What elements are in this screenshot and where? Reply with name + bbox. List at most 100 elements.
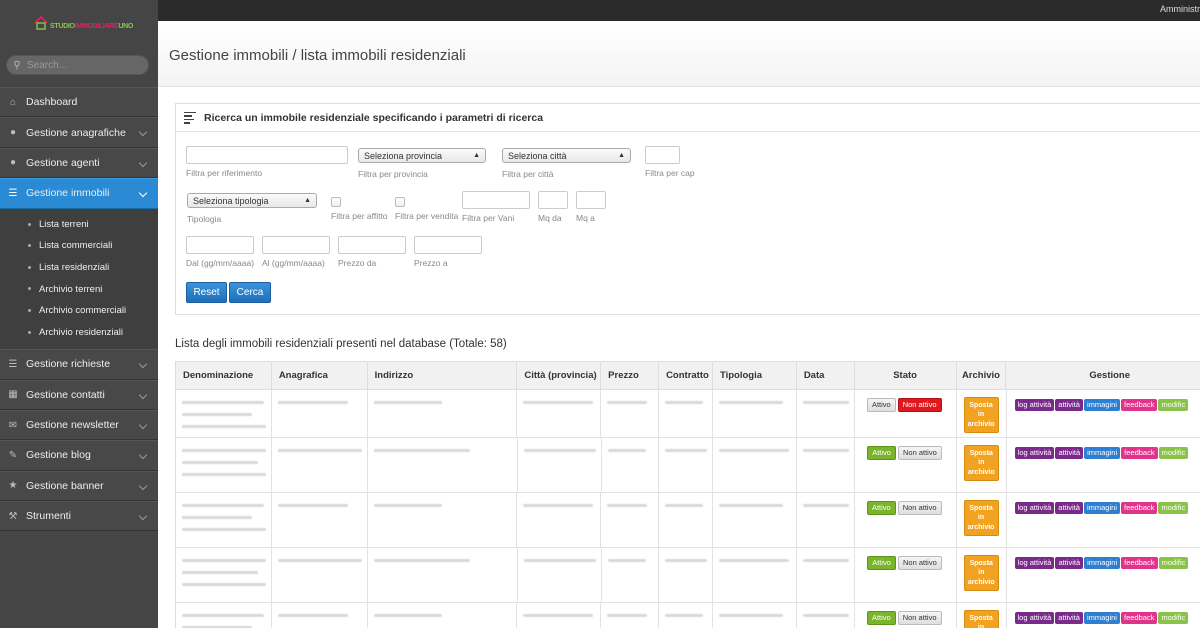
gestione-button-2[interactable]: immagini — [1083, 612, 1120, 625]
tipologia-select[interactable]: Seleziona tipologia ▲︎ — [187, 193, 317, 208]
non-attivo-badge[interactable]: Non attivo — [897, 398, 942, 413]
sidebar-item-gestione-immobili[interactable]: ☰ Gestione immobili — [0, 178, 158, 209]
al-input[interactable] — [262, 236, 330, 254]
non-attivo-button[interactable]: Non attivo — [897, 556, 942, 571]
gestione-button-4[interactable]: modific — [1158, 399, 1189, 412]
column-header[interactable]: Indirizzo — [368, 362, 518, 389]
gestione-button-2[interactable]: immagini — [1084, 447, 1121, 460]
mq-a-input[interactable] — [576, 191, 606, 209]
gestione-button-3[interactable]: feedback — [1120, 502, 1158, 515]
gestione-button-3[interactable]: feedback — [1120, 612, 1158, 625]
affitto-checkbox[interactable] — [331, 197, 341, 207]
sidebar-search-input[interactable] — [27, 59, 137, 71]
column-header[interactable]: Stato — [855, 362, 957, 389]
gestione-button-4[interactable]: modific — [1158, 557, 1189, 570]
gestione-button-4[interactable]: modific — [1158, 612, 1189, 625]
gestione-button-0[interactable]: log attività — [1014, 612, 1055, 625]
gestione-button-1[interactable]: attività — [1055, 557, 1084, 570]
non-attivo-button[interactable]: Non attivo — [897, 446, 942, 461]
sidebar-item-dashboard[interactable]: ⌂ Dashboard — [0, 87, 158, 118]
tipologia-label: Tipologia — [187, 214, 222, 224]
gestione-button-2[interactable]: immagini — [1084, 557, 1121, 570]
mq-da-input[interactable] — [538, 191, 568, 209]
gestione-button-2[interactable]: immagini — [1083, 399, 1120, 412]
column-header[interactable]: Denominazione — [176, 362, 272, 389]
prezzo-a-input[interactable] — [414, 236, 482, 254]
column-header[interactable]: Gestione — [1006, 362, 1200, 389]
sidebar-item-gestione-contatti[interactable]: ▦ Gestione contatti — [0, 379, 158, 410]
redacted-cell — [517, 603, 602, 628]
user-menu[interactable]: Amministr — [1160, 4, 1200, 14]
attivo-badge[interactable]: Attivo — [867, 556, 896, 571]
reset-button[interactable]: Reset — [186, 282, 227, 303]
sidebar-item-label: Gestione agenti — [26, 156, 100, 169]
column-header[interactable]: Archivio — [957, 362, 1007, 389]
submenu-item[interactable]: Lista residenziali — [0, 257, 158, 279]
filter-dal: Dal (gg/mm/aaaa) — [186, 236, 254, 268]
redacted-cell — [601, 603, 660, 628]
non-attivo-button[interactable]: Non attivo — [897, 501, 942, 516]
cap-input[interactable] — [645, 146, 680, 164]
logo[interactable]: STUDIOIMMOBILIAREUNO — [34, 16, 133, 30]
gestione-button-1[interactable]: attività — [1055, 502, 1083, 515]
dal-input[interactable] — [186, 236, 254, 254]
gestione-button-2[interactable]: immagini — [1083, 502, 1120, 515]
provincia-select[interactable]: Seleziona provincia ▲︎ — [358, 148, 486, 163]
table-row: AttivoNon attivo Spostainarchivio log atti… — [176, 548, 1200, 603]
submenu-item[interactable]: Lista commerciali — [0, 235, 158, 257]
attivo-button[interactable]: Attivo — [866, 398, 896, 413]
column-header[interactable]: Prezzo — [601, 362, 660, 389]
chevron-down-icon — [138, 451, 148, 460]
riferimento-input[interactable] — [186, 146, 348, 164]
prezzo-da-input[interactable] — [338, 236, 406, 254]
citta-select[interactable]: Seleziona città ▲︎ — [502, 148, 631, 163]
sposta-in-archivio-button[interactable]: Spostainarchivio — [963, 445, 999, 482]
sidebar-item-gestione-richieste[interactable]: ☰ Gestione richieste — [0, 349, 158, 380]
gestione-button-1[interactable]: attività — [1055, 612, 1083, 625]
gestione-button-0[interactable]: log attività — [1014, 557, 1055, 570]
sidebar-item-gestione-newsletter[interactable]: ✉ Gestione newsletter — [0, 409, 158, 441]
gestione-button-3[interactable]: feedback — [1121, 557, 1158, 570]
column-header[interactable]: Data — [797, 362, 855, 389]
search-icon: ⚲ — [13, 59, 21, 71]
table-row: AttivoNon attivo Spostainarchivio log atti… — [176, 438, 1200, 493]
archivio-cell: Spostainarchivio — [957, 548, 1007, 602]
sidebar-item-gestione-banner[interactable]: ★ Gestione banner — [0, 470, 158, 502]
column-header[interactable]: Anagrafica — [272, 362, 368, 389]
vani-input[interactable] — [462, 191, 530, 209]
gestione-button-1[interactable]: attività — [1055, 447, 1084, 460]
sidebar-item-gestione-anagrafiche[interactable]: ● Gestione anagrafiche — [0, 117, 158, 148]
list-icon: ☰ — [8, 187, 18, 199]
sidebar-item-gestione-blog[interactable]: ✎ Gestione blog — [0, 440, 158, 471]
gestione-button-0[interactable]: log attività — [1014, 447, 1055, 460]
gestione-button-4[interactable]: modific — [1158, 502, 1189, 515]
sposta-in-archivio-button[interactable]: Spostainarchivio — [963, 610, 999, 628]
attivo-badge[interactable]: Attivo — [866, 611, 896, 626]
sidebar-item-gestione-agenti[interactable]: ● Gestione agenti — [0, 147, 158, 179]
sidebar-item-strumenti[interactable]: ⚒ Strumenti — [0, 501, 158, 532]
column-header[interactable]: Contratto — [659, 362, 713, 389]
non-attivo-button[interactable]: Non attivo — [897, 611, 942, 626]
gestione-button-0[interactable]: log attività — [1014, 502, 1055, 515]
sposta-in-archivio-button[interactable]: Spostainarchivio — [963, 397, 999, 434]
submenu-item[interactable]: Archivio commerciali — [0, 300, 158, 322]
attivo-badge[interactable]: Attivo — [867, 446, 896, 461]
attivo-badge[interactable]: Attivo — [866, 501, 896, 516]
vendita-checkbox[interactable] — [395, 197, 405, 207]
submenu-item-label: Lista residenziali — [39, 262, 110, 274]
submenu-item[interactable]: Archivio residenziali — [0, 322, 158, 344]
sposta-in-archivio-button[interactable]: Spostainarchivio — [963, 555, 999, 592]
gestione-button-4[interactable]: modific — [1158, 447, 1189, 460]
gestione-button-1[interactable]: attività — [1055, 399, 1083, 412]
gestione-button-3[interactable]: feedback — [1121, 447, 1158, 460]
submenu-item[interactable]: Archivio terreni — [0, 278, 158, 300]
sidebar-item-label: Gestione banner — [26, 479, 104, 492]
sidebar-submenu-immobili: Lista terreni Lista commerciali Lista resi… — [0, 208, 158, 350]
gestione-button-3[interactable]: feedback — [1120, 399, 1158, 412]
column-header[interactable]: Tipologia — [713, 362, 797, 389]
sposta-in-archivio-button[interactable]: Spostainarchivio — [963, 500, 999, 537]
submenu-item[interactable]: Lista terreni — [0, 214, 158, 236]
cerca-button[interactable]: Cerca — [229, 282, 271, 303]
column-header[interactable]: Città (provincia) — [517, 362, 602, 389]
gestione-button-0[interactable]: log attività — [1014, 399, 1055, 412]
